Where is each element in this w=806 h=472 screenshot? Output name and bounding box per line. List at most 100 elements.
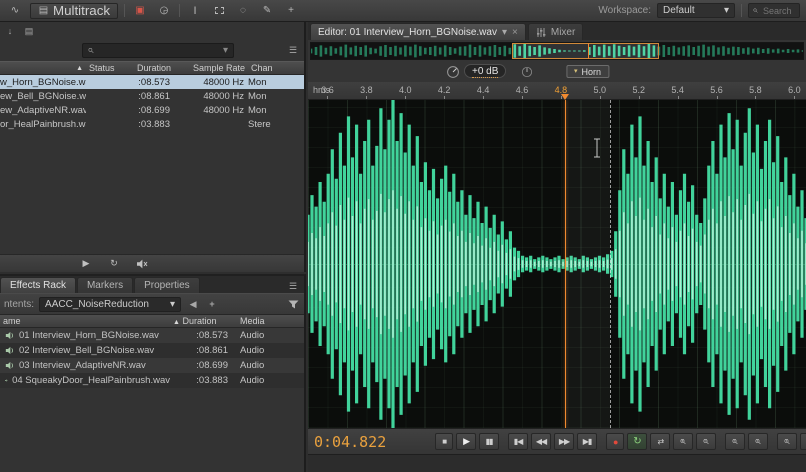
list-item[interactable]: 01 Interview_Horn_BGNoise.wav :08.573 Au… bbox=[0, 328, 304, 343]
loop-playback-icon[interactable]: ↻ bbox=[106, 257, 122, 271]
tab-properties[interactable]: Properties bbox=[134, 277, 200, 293]
table-row[interactable]: ew_AdaptiveNR.wav :08.699 48000 Hz Mon bbox=[0, 103, 304, 117]
list-item[interactable]: 04 SqueakyDoor_HealPainbrush.wav :03.883… bbox=[0, 373, 304, 388]
skip-to-end-button[interactable]: ▶▮ bbox=[577, 433, 598, 450]
chevron-down-icon[interactable]: ▾ bbox=[502, 27, 507, 38]
play-button[interactable]: ▶ bbox=[456, 433, 477, 450]
ruler-tick-label: 3.8 bbox=[360, 85, 373, 95]
toolbar-divider bbox=[124, 4, 126, 17]
time-selection-tool-icon[interactable]: I bbox=[186, 3, 204, 19]
media-duration: :03.883 bbox=[196, 375, 228, 386]
waveform-view-icon[interactable]: ∿ bbox=[6, 3, 24, 19]
auto-play-speaker-icon[interactable] bbox=[134, 257, 150, 271]
marker-flag[interactable]: ▾ Horn bbox=[566, 65, 610, 78]
files-column-header[interactable]: ▲ Status Duration Sample Rate Chan bbox=[0, 61, 304, 75]
files-search-input[interactable] bbox=[97, 44, 219, 57]
marquee-selection-tool-icon[interactable] bbox=[210, 3, 228, 19]
tab-markers[interactable]: Markers bbox=[76, 277, 134, 293]
column-status[interactable]: Status bbox=[86, 63, 126, 73]
audio-speaker-icon bbox=[5, 361, 13, 370]
history-icon[interactable]: ◶ bbox=[155, 3, 173, 19]
close-icon[interactable]: × bbox=[512, 27, 518, 38]
timeline-ruler[interactable]: hms 3.6 3.8 4.0 4.2 4.4 4.6 4.8 5.0 5.2 5.4 5.6 5.8… bbox=[308, 82, 806, 100]
tab-editor[interactable]: Editor: 01 Interview_Horn_BGNoise.wav ▾ … bbox=[310, 23, 526, 40]
panel-menu-icon[interactable]: ☰ bbox=[286, 280, 300, 293]
table-row[interactable]: ew_Bell_BGNoise.wav :08.861 48000 Hz Mon bbox=[0, 89, 304, 103]
table-row[interactable]: w_Horn_BGNoise.wav :08.573 48000 Hz Mon bbox=[0, 75, 304, 89]
workspace-select[interactable]: Default ▾ bbox=[657, 3, 735, 18]
new-file-icon[interactable]: ▤ bbox=[22, 25, 36, 38]
waveform-display[interactable] bbox=[308, 100, 806, 428]
files-toolbar: ↓ ▤ bbox=[0, 22, 304, 40]
media-column-header[interactable]: ame ▲ Duration Media bbox=[0, 315, 304, 328]
volume-db-badge[interactable]: +0 dB bbox=[464, 64, 507, 78]
ruler-tick-mark bbox=[560, 96, 562, 99]
fast-forward-button[interactable]: ▶▶ bbox=[554, 433, 575, 450]
file-duration: :08.699 bbox=[138, 104, 170, 116]
tab-mixer[interactable]: Mixer bbox=[527, 23, 584, 40]
media-browser-icon[interactable]: ▣ bbox=[131, 3, 149, 19]
tab-effects-rack[interactable]: Effects Rack bbox=[0, 277, 76, 293]
top-toolbar: ∿ ▤ Multitrack ▣ ◶ I ◌ ✎ + Workspace: De… bbox=[0, 0, 806, 22]
column-sample-rate[interactable]: Sample Rate bbox=[174, 63, 248, 73]
table-row[interactable]: or_HealPainbrush.wav :03.883 Stere bbox=[0, 117, 304, 131]
media-type: Audio bbox=[240, 375, 265, 386]
multitrack-button[interactable]: ▤ Multitrack bbox=[30, 2, 119, 19]
ruler-tick-mark bbox=[599, 96, 601, 99]
list-item[interactable]: 02 Interview_Bell_BGNoise.wav :08.861 Au… bbox=[0, 343, 304, 358]
zoom-in-button[interactable] bbox=[673, 433, 694, 450]
column-duration[interactable]: ▲ Duration bbox=[170, 316, 232, 326]
playhead-line[interactable] bbox=[565, 100, 567, 428]
back-arrow-icon[interactable]: ◀ bbox=[186, 298, 200, 311]
zoom-in-horizontal-button[interactable] bbox=[725, 433, 746, 450]
shuttle-button[interactable]: ⇄ bbox=[650, 433, 671, 450]
column-media[interactable]: Media bbox=[232, 316, 304, 326]
pause-button[interactable]: ▮▮ bbox=[479, 433, 500, 450]
play-icon[interactable]: ▶ bbox=[78, 257, 94, 271]
media-type: Audio bbox=[240, 330, 265, 341]
contents-select[interactable]: AACC_NoiseReduction ▾ bbox=[39, 296, 182, 312]
paintbrush-selection-tool-icon[interactable]: ✎ bbox=[258, 3, 276, 19]
files-search-box[interactable]: ▾ bbox=[82, 43, 234, 58]
overview-view-rectangle[interactable] bbox=[511, 43, 659, 59]
filter-funnel-icon[interactable] bbox=[286, 298, 300, 311]
rewind-button[interactable]: ◀◀ bbox=[531, 433, 552, 450]
zoom-to-selection-button[interactable] bbox=[777, 433, 798, 450]
column-duration[interactable]: Duration bbox=[126, 63, 174, 73]
pan-knob-icon[interactable] bbox=[521, 66, 533, 78]
column-name[interactable]: ame bbox=[0, 316, 170, 326]
lasso-selection-tool-icon[interactable]: ◌ bbox=[234, 3, 252, 19]
search-icon bbox=[753, 8, 758, 13]
spot-healing-brush-tool-icon[interactable]: + bbox=[282, 3, 300, 19]
playhead-time-display[interactable]: 0:04.822 bbox=[314, 433, 386, 451]
zoom-full-button[interactable] bbox=[800, 433, 806, 450]
ruler-tick-mark bbox=[327, 96, 329, 99]
waveform-overview[interactable] bbox=[310, 42, 804, 60]
panel-menu-icon[interactable]: ☰ bbox=[286, 44, 300, 57]
files-panel: ↓ ▤ ▾ ☰ ▲ Status Duration Sample Rate Ch… bbox=[0, 22, 306, 272]
volume-knob-icon[interactable] bbox=[446, 65, 460, 79]
skip-to-start-button[interactable]: ▮◀ bbox=[508, 433, 529, 450]
file-sample-rate: 48000 Hz bbox=[203, 76, 244, 88]
help-search-box[interactable] bbox=[748, 3, 800, 18]
media-name: 04 SqueakyDoor_HealPainbrush.wav bbox=[12, 375, 170, 386]
search-input[interactable] bbox=[761, 4, 795, 17]
stop-button[interactable]: ■ bbox=[435, 433, 454, 450]
files-list: w_Horn_BGNoise.wav :08.573 48000 Hz Mon … bbox=[0, 75, 304, 131]
record-button[interactable]: ● bbox=[606, 433, 625, 450]
ruler-tick-label: 4.2 bbox=[437, 85, 451, 95]
ruler-tick-mark bbox=[444, 96, 446, 99]
ruler-tick-mark bbox=[405, 96, 407, 99]
import-file-icon[interactable]: ↓ bbox=[3, 25, 17, 38]
file-channels: Stere bbox=[248, 118, 271, 130]
ruler-tick-label: 3.6 bbox=[321, 85, 334, 95]
list-item[interactable]: 03 Interview_AdaptiveNR.wav :08.699 Audi… bbox=[0, 358, 304, 373]
zoom-out-horizontal-button[interactable] bbox=[748, 433, 769, 450]
add-shortcut-icon[interactable]: + bbox=[205, 298, 219, 311]
zoom-out-button[interactable] bbox=[696, 433, 717, 450]
marker-dotted-line bbox=[609, 100, 611, 428]
loop-playback-button[interactable]: ↻ bbox=[627, 433, 648, 450]
ruler-tick-label: 4.8 bbox=[554, 85, 568, 95]
audio-speaker-icon bbox=[5, 379, 8, 382]
column-channels[interactable]: Chan bbox=[248, 63, 304, 73]
